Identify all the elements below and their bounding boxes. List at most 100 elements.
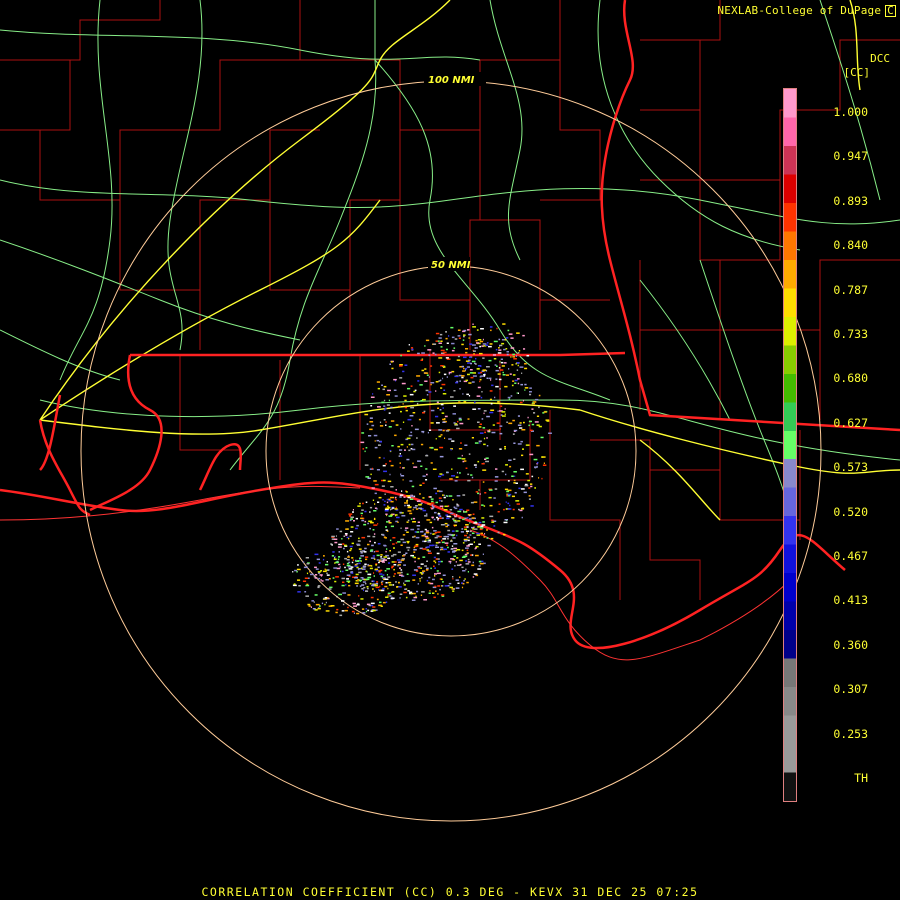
echo-pixel: [506, 495, 508, 497]
echo-pixel: [432, 468, 437, 470]
echo-pixel: [407, 590, 410, 592]
echo-pixel: [447, 546, 449, 549]
echo-pixel: [513, 482, 516, 484]
echo-pixel: [407, 519, 410, 522]
echo-pixel: [496, 422, 500, 424]
echo-pixel: [422, 497, 425, 499]
echo-pixel: [430, 532, 432, 535]
echo-pixel: [360, 512, 363, 515]
echo-pixel: [524, 367, 528, 370]
echo-pixel: [402, 421, 405, 423]
echo-pixel: [406, 458, 410, 461]
echo-pixel: [512, 374, 516, 376]
echo-pixel: [358, 562, 361, 565]
echo-pixel: [357, 540, 361, 542]
echo-pixel: [344, 544, 347, 547]
echo-pixel: [365, 447, 368, 449]
echo-pixel: [483, 437, 486, 440]
echo-pixel: [526, 355, 530, 357]
echo-pixel: [438, 342, 442, 344]
echo-pixel: [399, 561, 402, 563]
echo-pixel: [482, 369, 487, 371]
echo-pixel: [390, 500, 394, 503]
echo-pixel: [457, 329, 461, 331]
echo-pixel: [443, 494, 445, 497]
echo-pixel: [435, 415, 439, 418]
echo-pixel: [511, 364, 514, 366]
echo-pixel: [352, 511, 354, 513]
echo-pixel: [345, 520, 349, 522]
echo-pixel: [354, 577, 358, 579]
echo-pixel: [513, 429, 518, 432]
echo-pixel: [408, 434, 413, 437]
echo-pixel: [380, 556, 383, 558]
echo-pixel: [425, 530, 429, 532]
echo-pixel: [480, 371, 483, 374]
echo-pixel: [453, 588, 455, 590]
echo-pixel: [478, 440, 482, 442]
echo-pixel: [435, 332, 440, 335]
echo-pixel: [469, 522, 471, 524]
echo-pixel: [297, 579, 301, 581]
echo-pixel: [376, 581, 379, 583]
echo-pixel: [383, 405, 386, 407]
echo-pixel: [404, 406, 408, 409]
echo-pixel: [422, 548, 427, 550]
echo-pixel: [513, 471, 517, 473]
echo-pixel: [440, 340, 443, 342]
echo-pixel: [336, 528, 339, 530]
echo-pixel: [507, 329, 510, 332]
echo-pixel: [439, 409, 442, 411]
echo-pixel: [450, 448, 452, 451]
echo-pixel: [454, 507, 458, 510]
echo-pixel: [374, 492, 377, 495]
echo-pixel: [372, 588, 374, 590]
echo-pixel: [469, 369, 473, 371]
echo-pixel: [453, 555, 456, 557]
echo-pixel: [530, 505, 534, 507]
echo-pixel: [462, 583, 465, 585]
echo-pixel: [365, 476, 370, 478]
echo-pixel: [440, 594, 445, 596]
echo-pixel: [479, 528, 483, 531]
echo-pixel: [420, 531, 424, 533]
echo-pixel: [493, 358, 497, 360]
echo-pixel: [433, 556, 436, 559]
echo-pixel: [452, 590, 455, 592]
echo-pixel: [505, 374, 509, 376]
echo-pixel: [413, 569, 418, 571]
echo-pixel: [421, 352, 425, 354]
echo-pixel: [445, 348, 448, 351]
echo-pixel: [507, 502, 510, 505]
echo-pixel: [327, 569, 330, 571]
echo-pixel: [499, 361, 501, 363]
echo-pixel: [378, 496, 382, 499]
echo-pixel: [365, 501, 368, 503]
echo-pixel: [361, 519, 365, 522]
echo-pixel: [376, 381, 380, 383]
echo-pixel: [407, 350, 410, 352]
echo-pixel: [486, 342, 489, 344]
legend-tick-label: TH: [854, 771, 868, 785]
echo-pixel: [407, 387, 411, 390]
echo-pixel: [383, 556, 387, 558]
echo-pixel: [425, 539, 427, 541]
echo-pixel: [455, 587, 460, 589]
echo-pixel: [389, 595, 392, 597]
echo-pixel: [297, 591, 301, 593]
echo-pixel: [479, 340, 484, 343]
echo-pixel: [504, 408, 506, 410]
echo-pixel: [413, 556, 416, 559]
echo-pixel: [515, 363, 517, 365]
echo-pixel: [426, 519, 431, 521]
echo-pixel: [432, 343, 437, 345]
echo-pixel: [523, 421, 525, 424]
echo-pixel: [475, 363, 477, 365]
echo-pixel: [435, 438, 437, 440]
echo-pixel: [437, 353, 440, 356]
echo-pixel: [398, 574, 403, 576]
echo-pixel: [465, 351, 468, 354]
echo-pixel: [403, 554, 406, 556]
echo-pixel: [428, 391, 432, 393]
echo-pixel: [400, 544, 403, 546]
